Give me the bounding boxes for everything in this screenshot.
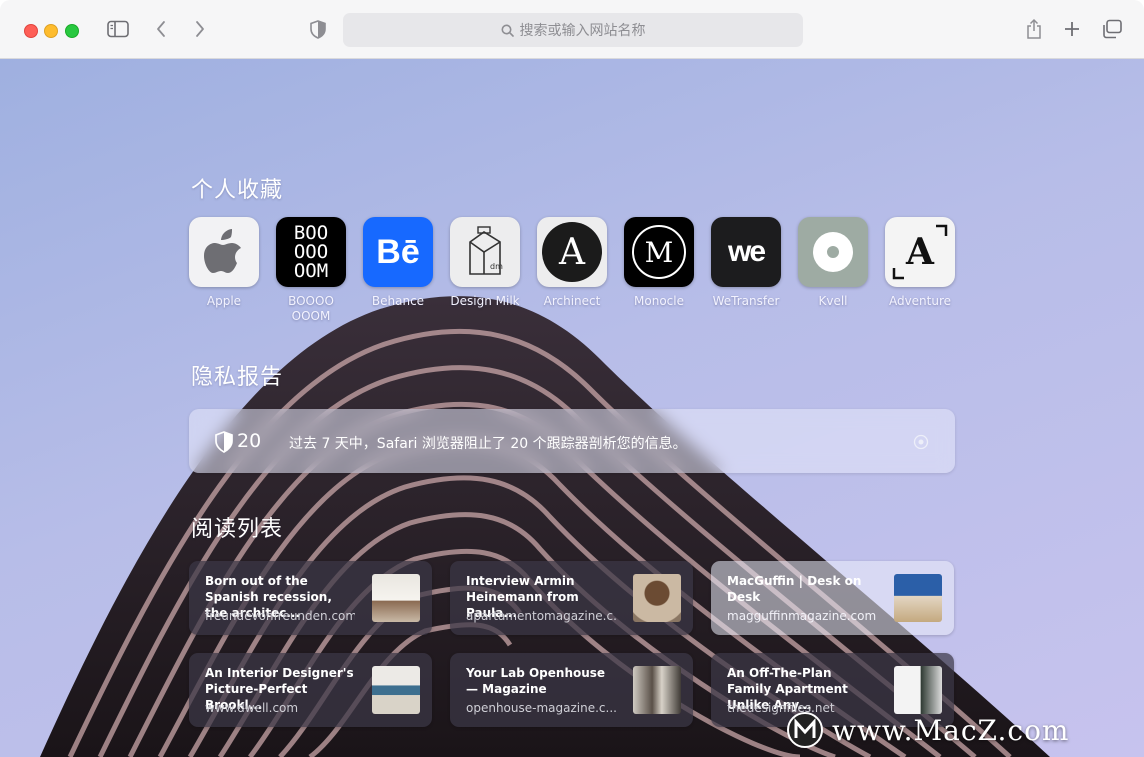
search-icon — [501, 24, 514, 37]
shield-icon — [310, 19, 326, 39]
close-window-button[interactable] — [24, 24, 38, 38]
tracker-count: 20 — [237, 430, 262, 452]
reading-list-item-title: Your Lab Openhouse — Magazine — [466, 666, 606, 696]
sidebar-icon — [107, 20, 129, 38]
info-icon — [913, 434, 929, 450]
reading-list-title: 阅读列表 — [191, 517, 284, 542]
reading-list-thumbnail — [372, 574, 420, 622]
start-page: 个人收藏 Apple BOO OOO OOM BOOOO OOOM Bē Beh… — [0, 59, 1144, 757]
favorite-kvell[interactable]: Kvell — [798, 217, 868, 309]
archinect-logo-text: A — [559, 231, 585, 273]
favorite-label: Design Milk — [450, 294, 520, 308]
chevron-right-icon — [196, 21, 204, 37]
watermark: www.MacZ.com — [786, 711, 1069, 749]
reading-list-item-title: MacGuffin | Desk on Desk — [727, 574, 862, 604]
privacy-report-title: 隐私报告 — [191, 365, 284, 390]
reading-list-item[interactable]: Born out of the Spanish recession, the a… — [189, 561, 432, 635]
address-placeholder: 搜索或输入网站名称 — [519, 23, 646, 39]
favorites-title: 个人收藏 — [191, 178, 284, 203]
favorite-apple[interactable]: Apple — [189, 217, 259, 309]
archinect-logo-icon: A — [537, 217, 607, 287]
favorite-label: WeTransfer — [712, 294, 780, 308]
reading-list-item-domain: www.dwell.com — [205, 701, 299, 715]
privacy-report-card[interactable]: 20 过去 7 天中，Safari 浏览器阻止了 20 个跟踪器剖析您的信息。 — [189, 409, 955, 473]
wetransfer-logo-text: we — [727, 235, 766, 268]
reading-list-thumbnail — [894, 666, 942, 714]
reading-list-item-domain: freundevonfreunden.com — [205, 609, 355, 623]
watermark-text: www.MacZ.com — [832, 713, 1070, 747]
reading-list-item[interactable]: Your Lab Openhouse — Magazine openhouse-… — [450, 653, 693, 727]
privacy-report-message: 过去 7 天中，Safari 浏览器阻止了 20 个跟踪器剖析您的信息。 — [289, 436, 687, 452]
favorite-behance[interactable]: Bē Behance — [363, 217, 433, 309]
zoom-window-button[interactable] — [65, 24, 79, 38]
favorite-label: Kvell — [818, 294, 848, 308]
reading-list-thumbnail — [633, 666, 681, 714]
reading-list-item[interactable]: Interview Armin Heinemann from Paula... … — [450, 561, 693, 635]
tab-overview-icon — [1103, 19, 1122, 39]
favorite-label: Apple — [206, 294, 242, 308]
design-milk-logo-icon: dm — [450, 217, 520, 287]
favorite-monocle[interactable]: M Monocle — [624, 217, 694, 309]
boooooom-logo-icon: BOO OOO OOM — [276, 217, 346, 287]
favorite-adventure[interactable]: A Adventure — [885, 217, 955, 309]
reading-list-item-domain: apartamentomagazine.c... — [466, 609, 616, 623]
address-bar[interactable]: 搜索或输入网站名称 — [343, 13, 803, 47]
tab-overview-button[interactable] — [1101, 17, 1123, 41]
boooooom-logo-text: BOO OOO OOM — [293, 221, 329, 282]
reading-list-item[interactable]: An Interior Designer's Picture-Perfect B… — [189, 653, 432, 727]
wetransfer-logo-icon: we — [711, 217, 781, 287]
apple-logo-icon — [189, 217, 259, 287]
kvell-logo-icon — [798, 217, 868, 287]
favorite-design-milk[interactable]: dm Design Milk — [450, 217, 520, 309]
favorite-label: Archinect — [543, 294, 601, 308]
behance-logo-text: Bē — [376, 232, 420, 271]
favorite-boooooom[interactable]: BOO OOO OOM BOOOO OOOM — [276, 217, 346, 324]
new-tab-button[interactable] — [1062, 17, 1082, 41]
reading-list-item-domain: magguffinmagazine.com — [727, 609, 877, 623]
favorite-archinect[interactable]: A Archinect — [537, 217, 607, 309]
shield-icon — [215, 431, 233, 453]
reading-list-thumbnail — [633, 574, 681, 622]
share-icon — [1027, 18, 1041, 39]
chevron-left-icon — [157, 21, 165, 37]
safari-window: 搜索或输入网站名称 个人收藏 Apple BOO OOO OOM BOOOO O… — [0, 0, 1144, 757]
design-milk-logo-text: dm — [490, 262, 503, 271]
reading-list-item-domain: openhouse-magazine.c... — [466, 701, 616, 715]
macz-logo-icon — [787, 712, 823, 748]
favorite-label: Behance — [371, 294, 425, 308]
reading-list-thumbnail — [372, 666, 420, 714]
toolbar: 搜索或输入网站名称 — [0, 0, 1144, 59]
favorite-label: Monocle — [634, 294, 684, 308]
forward-button[interactable] — [191, 17, 209, 41]
reading-list-item[interactable]: MacGuffin | Desk on Desk magguffinmagazi… — [711, 561, 954, 635]
privacy-report-button[interactable] — [307, 17, 329, 41]
favorite-wetransfer[interactable]: we WeTransfer — [711, 217, 781, 309]
minimize-window-button[interactable] — [44, 24, 58, 38]
favorite-label: Adventure — [888, 294, 952, 308]
share-button[interactable] — [1024, 17, 1044, 41]
plus-icon — [1065, 22, 1079, 36]
back-button[interactable] — [152, 17, 170, 41]
adventure-logo-icon: A — [885, 217, 955, 287]
reading-list-thumbnail — [894, 574, 942, 622]
behance-logo-icon: Bē — [363, 217, 433, 287]
favorite-label: BOOOO OOOM — [288, 294, 334, 323]
monocle-logo-text: M — [644, 235, 674, 269]
sidebar-toggle-button[interactable] — [106, 17, 130, 41]
monocle-logo-icon: M — [624, 217, 694, 287]
